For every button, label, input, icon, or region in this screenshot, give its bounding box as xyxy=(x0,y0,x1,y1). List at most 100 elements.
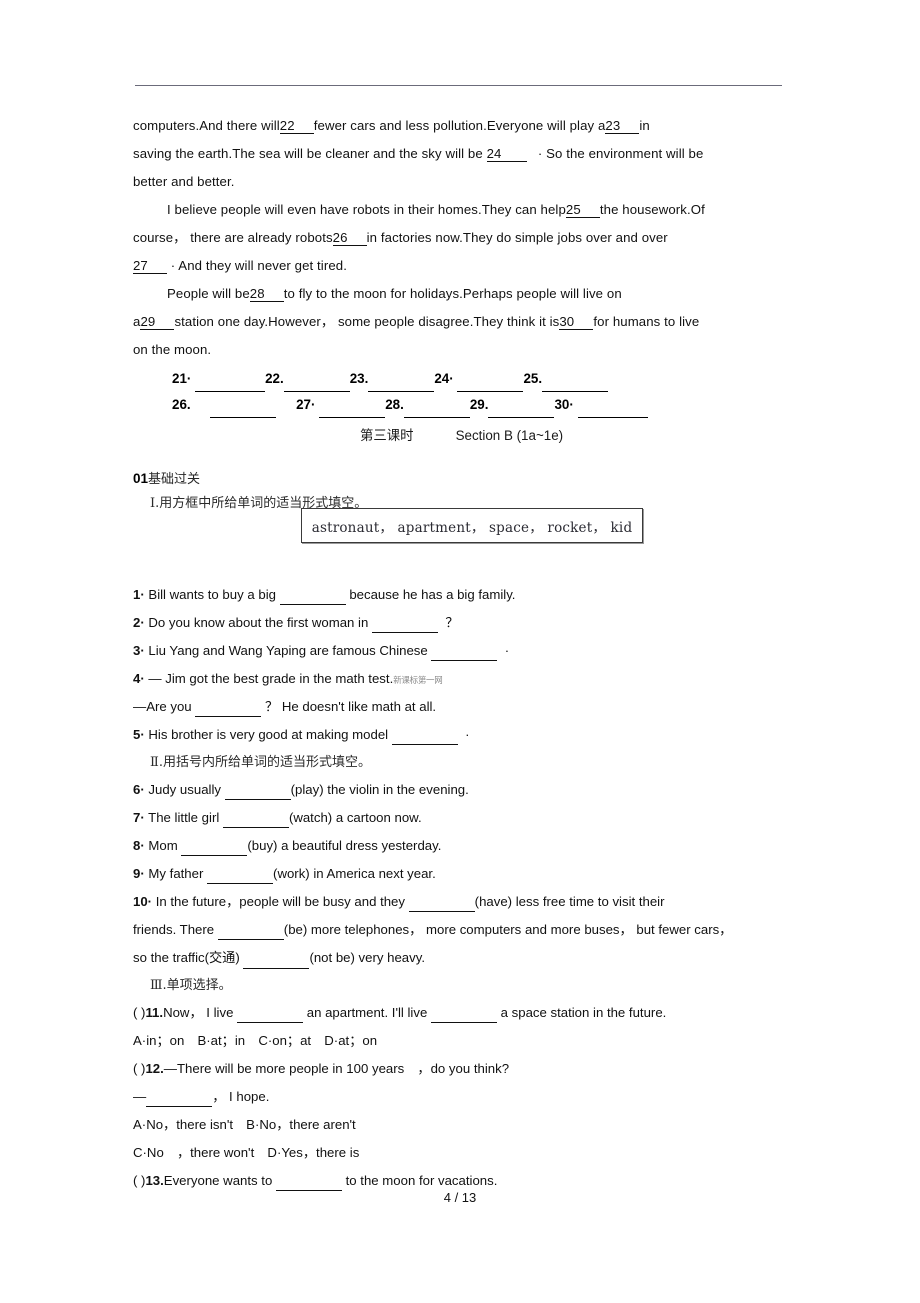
question-6-blank[interactable] xyxy=(224,787,291,800)
header-rule xyxy=(135,85,782,86)
passage-p1-seg1: computers.And there will xyxy=(133,118,280,133)
question-11-blank-1[interactable] xyxy=(237,1010,304,1023)
question-10-line3-before: so the traffic( xyxy=(133,950,209,965)
question-8: 8· Mom (buy) a beautiful dress yesterday… xyxy=(133,836,441,856)
question-2: 2· Do you know about the first woman in … xyxy=(133,613,459,633)
question-13-before: Everyone wants to xyxy=(163,1173,273,1188)
answer-row-21-25: 21· 22. 23. 24· 25. xyxy=(172,366,772,392)
question-4-line2-before: —Are you xyxy=(133,699,192,714)
question-12-answer-paren[interactable]: ( ) xyxy=(133,1059,145,1079)
question-8-before: Mom xyxy=(148,838,178,853)
part-2-text: .用括号内所给单词的适当形式填空。 xyxy=(158,755,371,770)
answer-line-25[interactable] xyxy=(542,378,609,392)
passage-p2-seg3: course， there are already robots xyxy=(133,230,333,245)
question-12: ( )12.—There will be more people in 100 … xyxy=(133,1059,509,1079)
question-13-answer-paren[interactable]: ( ) xyxy=(133,1171,145,1191)
question-10-blank-3[interactable] xyxy=(243,956,310,969)
question-10-after: (not be) very heavy. xyxy=(309,950,426,965)
question-3-blank[interactable] xyxy=(431,648,498,661)
question-10-blank-1[interactable] xyxy=(408,899,475,912)
question-4-blank[interactable] xyxy=(195,704,262,717)
answer-line-30[interactable] xyxy=(577,404,648,418)
answer-num-28: 28. xyxy=(385,397,404,412)
question-12-number: 12. xyxy=(145,1061,164,1076)
section-01-number: 01 xyxy=(133,471,149,486)
lesson-title: 第三课时 Section B (1a~1e) xyxy=(360,424,563,444)
question-11-blank-2[interactable] xyxy=(430,1010,497,1023)
question-1: 1· Bill wants to buy a big because he ha… xyxy=(133,585,515,605)
answer-line-26[interactable] xyxy=(210,404,277,418)
passage-p3-seg6: on the moon. xyxy=(133,342,212,357)
lesson-period-label: 第三课时 xyxy=(360,429,414,444)
question-5-blank[interactable] xyxy=(391,732,458,745)
part-3-text: .单项选择。 xyxy=(162,978,232,993)
question-10-chinese-gloss: 交通 xyxy=(208,951,236,966)
passage-paragraph-1b: saving the earth.The sea will be cleaner… xyxy=(133,140,784,168)
question-12-options-line1: A·No，there isn't B·No，there aren't xyxy=(133,1115,356,1135)
question-7-number: 7· xyxy=(133,810,145,825)
question-2-blank[interactable] xyxy=(371,620,438,633)
question-10: 10· In the future，people will be busy an… xyxy=(133,892,665,912)
question-13-number: 13. xyxy=(145,1173,164,1188)
question-8-number: 8· xyxy=(133,838,145,853)
question-10-line2-before: friends. There xyxy=(133,922,215,937)
question-12-options-ab[interactable]: A·No，there isn't B·No，there aren't xyxy=(133,1117,356,1132)
question-11-after: a space station in the future. xyxy=(500,1005,667,1020)
answer-num-27: 27· xyxy=(296,397,316,412)
watermark-text: 新课标第一网 xyxy=(393,676,443,686)
answer-line-21[interactable] xyxy=(195,378,266,392)
question-1-before: Bill wants to buy a big xyxy=(148,587,276,602)
question-1-number: 1· xyxy=(133,587,145,602)
question-10-line3: so the traffic(交通) (not be) very heavy. xyxy=(133,948,425,969)
answer-num-21: 21· xyxy=(172,371,192,386)
question-9: 9· My father (work) in America next year… xyxy=(133,864,436,884)
question-12-blank[interactable] xyxy=(146,1094,213,1107)
cloze-passage: computers.And there will22 fewer cars and… xyxy=(133,112,784,364)
lesson-section-label: Section B (1a~1e) xyxy=(455,428,564,443)
question-11-options-text[interactable]: A·in；on B·at；in C·on；at D·at；on xyxy=(133,1033,377,1048)
answer-line-23[interactable] xyxy=(368,378,435,392)
question-11-before: Now， I live xyxy=(163,1005,234,1020)
passage-blank-28: 28 xyxy=(249,287,284,302)
question-6-after: (play) the violin in the evening. xyxy=(290,782,469,797)
question-3: 3· Liu Yang and Wang Yaping are famous C… xyxy=(133,641,509,661)
passage-paragraph-3c: on the moon. xyxy=(133,336,784,364)
answer-num-29: 29. xyxy=(469,397,489,412)
question-12-options-cd[interactable]: C·No ，there won't D·Yes，there is xyxy=(133,1145,359,1160)
answer-line-28[interactable] xyxy=(403,404,470,418)
answer-num-24: 24· xyxy=(434,371,454,386)
question-9-blank[interactable] xyxy=(207,871,274,884)
answer-line-24[interactable] xyxy=(457,378,524,392)
question-10-line3-mid: ) xyxy=(235,950,240,965)
answer-line-29[interactable] xyxy=(488,404,555,418)
question-5-number: 5· xyxy=(133,727,145,742)
question-7-after: (watch) a cartoon now. xyxy=(288,810,422,825)
answer-num-25: 25. xyxy=(523,371,543,386)
answer-num-26: 26. xyxy=(172,397,191,412)
question-10-line2: friends. There (be) more telephones， mor… xyxy=(133,920,732,940)
question-2-before: Do you know about the first woman in xyxy=(148,615,369,630)
question-2-after: ？ xyxy=(445,615,459,630)
question-10-before: In the future，people will be busy and th… xyxy=(155,894,405,909)
answer-line-22[interactable] xyxy=(283,378,350,392)
passage-p1-seg2: fewer cars and less pollution.Everyone w… xyxy=(313,118,606,133)
passage-p2-seg1: I believe people will even have robots i… xyxy=(167,202,566,217)
question-4-line2: —Are you ？ He doesn't like math at all. xyxy=(133,697,436,717)
question-7-blank[interactable] xyxy=(222,815,289,828)
passage-blank-22: 22 xyxy=(279,119,314,134)
passage-paragraph-2c: 27 · And they will never get tired. xyxy=(133,252,784,280)
question-10-blank-2[interactable] xyxy=(217,927,284,940)
passage-p3-seg2: to fly to the moon for holidays.Perhaps … xyxy=(283,286,622,301)
passage-blank-23: 23 xyxy=(605,119,640,134)
question-1-blank[interactable] xyxy=(279,592,346,605)
passage-blank-26: 26 xyxy=(332,231,367,246)
question-6-number: 6· xyxy=(133,782,145,797)
passage-blank-24: 24 xyxy=(486,147,527,162)
question-7-before: The little girl xyxy=(148,810,220,825)
question-8-blank[interactable] xyxy=(181,843,248,856)
question-12-line2-before: — xyxy=(133,1089,147,1104)
question-11-answer-paren[interactable]: ( ) xyxy=(133,1003,145,1023)
question-9-before: My father xyxy=(148,866,204,881)
answer-line-27[interactable] xyxy=(319,404,386,418)
question-4-before: — Jim got the best grade in the math tes… xyxy=(148,671,394,686)
